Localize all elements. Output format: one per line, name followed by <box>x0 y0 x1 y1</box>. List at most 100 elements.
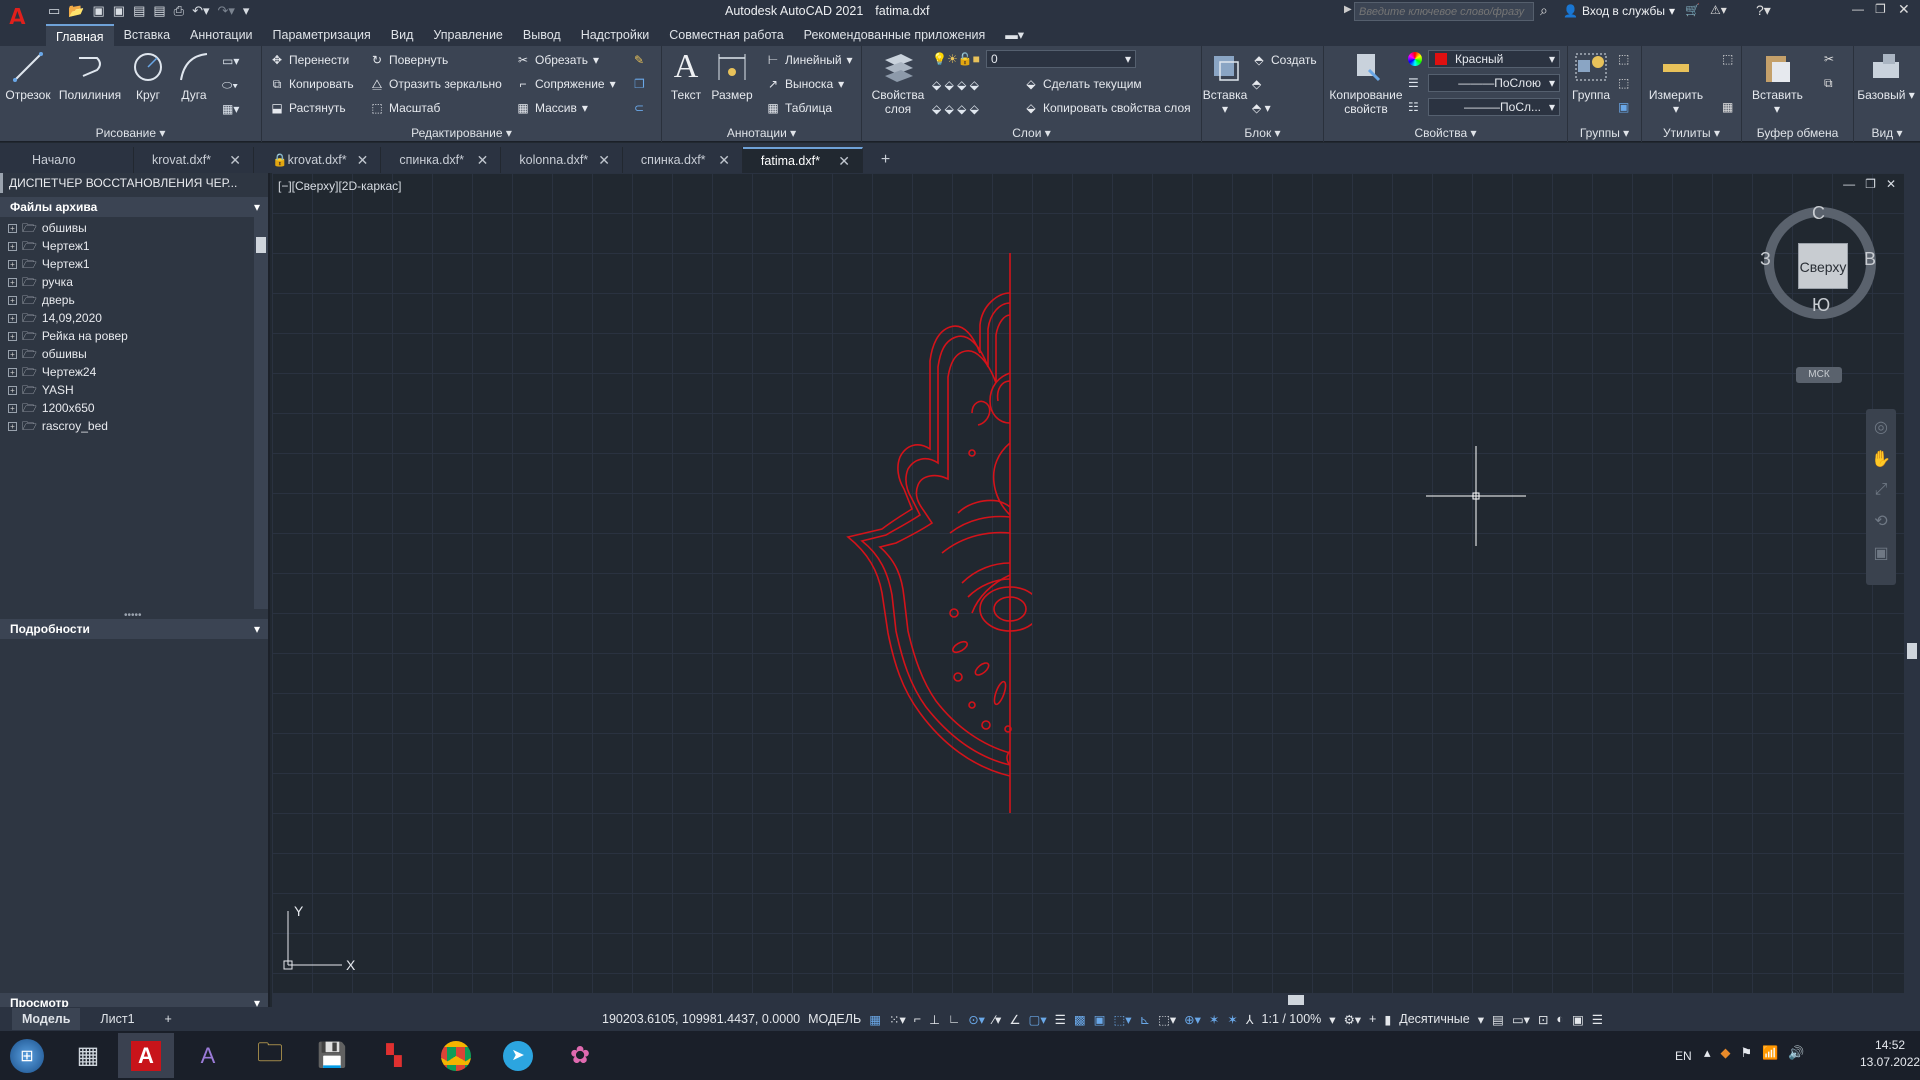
3d-osnap-icon[interactable]: ⬚▾ <box>1113 1012 1131 1027</box>
utilities-panel-label[interactable]: Утилиты ▾ <box>1642 126 1741 140</box>
autodesk-account-icon[interactable]: ⚠▾ <box>1710 3 1727 17</box>
insert-block-button[interactable]: Вставка ▾ <box>1202 50 1248 116</box>
archive-files-header[interactable]: Файлы архива ▾ <box>0 197 268 217</box>
expand-icon[interactable]: + <box>8 313 17 323</box>
tab-layout1[interactable]: Лист1 <box>90 1008 144 1030</box>
layer-state-icons[interactable]: 💡☀🔓■ <box>932 52 980 66</box>
archive-item[interactable]: + 🗁 ручка <box>8 273 128 291</box>
tray-expand-icon[interactable]: ▴ <box>1704 1045 1711 1061</box>
archive-item[interactable]: + 🗁 rascroy_bed <box>8 417 128 435</box>
save-icon[interactable]: ▣ <box>92 3 104 19</box>
tab-parametric[interactable]: Параметризация <box>263 24 381 46</box>
group-select-icon[interactable]: ▣ <box>1618 100 1629 114</box>
leader-button[interactable]: ↗ Выноска ▾ <box>766 74 844 94</box>
expand-icon[interactable]: + <box>8 295 17 305</box>
close-tab-icon[interactable]: ✕ <box>718 152 730 169</box>
paste-button[interactable]: Вставить ▾ <box>1752 50 1803 116</box>
table-button[interactable]: ▦ Таблица <box>766 98 832 118</box>
close-tab-icon[interactable]: ✕ <box>838 153 850 170</box>
archive-item[interactable]: + 🗁 1200x650 <box>8 399 128 417</box>
navigation-bar[interactable]: ◎ ✋ ⤢ ⟲ ▣ <box>1866 409 1896 585</box>
tab-view[interactable]: Вид <box>381 24 424 46</box>
taskbar-app[interactable]: ▚ <box>366 1033 422 1078</box>
cart-icon[interactable]: 🛒 <box>1685 3 1700 17</box>
circle-button[interactable]: Круг <box>128 50 168 102</box>
web-open-icon[interactable]: ▤ <box>133 3 145 19</box>
hardware-acceleration-icon[interactable]: ◐ <box>1556 1012 1564 1026</box>
search-icon[interactable]: ⌕ <box>1540 2 1548 19</box>
dimension-button[interactable]: Размер <box>708 50 756 102</box>
offset-icon[interactable]: ⊂ <box>634 98 644 118</box>
collapse-icon[interactable]: ▾ <box>254 619 260 639</box>
open-file-icon[interactable]: 📂 <box>68 3 84 19</box>
layers-panel-label[interactable]: Слои ▾ <box>862 126 1201 140</box>
arc-button[interactable]: Дуга <box>174 50 214 102</box>
expand-icon[interactable]: + <box>8 241 17 251</box>
layer-properties-button[interactable]: Свойства слоя <box>866 50 930 116</box>
scale-button[interactable]: ⬚ Масштаб <box>370 98 440 118</box>
explode-icon[interactable]: ❐ <box>634 74 645 94</box>
annotation-scale-icon[interactable]: ⅄ <box>1246 1012 1254 1027</box>
input-language[interactable]: EN <box>1675 1049 1692 1063</box>
taskbar-app[interactable]: A <box>180 1033 236 1078</box>
ribbon-toggle-icon[interactable]: ▬▾ <box>995 24 1034 46</box>
search-input[interactable] <box>1354 2 1534 21</box>
match-properties-button[interactable]: Копирование свойств <box>1328 50 1404 116</box>
snap-icon[interactable]: ⁙▾ <box>889 1012 906 1027</box>
doc-tab[interactable]: спинка.dxf* ✕ <box>381 147 502 173</box>
infer-constraints-icon[interactable]: ⌐ <box>914 1012 921 1026</box>
network-icon[interactable]: 📶 <box>1762 1045 1778 1061</box>
details-header[interactable]: Подробности ▾ <box>0 619 268 639</box>
save-as-icon[interactable]: ▣ <box>113 3 125 19</box>
doc-tab-start[interactable]: Начало <box>14 147 134 173</box>
viewcube[interactable]: Сверху С Ю З В <box>1760 203 1880 323</box>
auto-scale-icon[interactable]: ✶ <box>1227 1012 1237 1027</box>
text-button[interactable]: A Текст <box>666 50 706 103</box>
expand-icon[interactable]: + <box>8 259 17 269</box>
tray-app-icon[interactable]: ◆ <box>1721 1045 1731 1061</box>
measure-button[interactable]: Измерить ▾ <box>1646 50 1706 116</box>
archive-item[interactable]: + 🗁 YASH <box>8 381 128 399</box>
tray-icons[interactable]: ▴ ◆ ⚑ 📶 🔊 <box>1704 1045 1805 1061</box>
create-block-button[interactable]: ⬘ Создать <box>1252 50 1316 70</box>
ungroup-icon[interactable]: ⬚ <box>1618 52 1629 66</box>
tab-output[interactable]: Вывод <box>513 24 571 46</box>
trim-button[interactable]: ✂ Обрезать ▾ <box>516 50 599 70</box>
quick-properties-icon[interactable]: ▤ <box>1492 1012 1504 1027</box>
hamsa-drawing[interactable] <box>772 253 1032 813</box>
viewport-window-controls[interactable]: — ❐ ✕ <box>1843 177 1896 191</box>
erase-icon[interactable]: ✎ <box>634 50 644 70</box>
close-button[interactable]: ✕ <box>1898 1 1910 18</box>
archive-item[interactable]: + 🗁 обшивы <box>8 345 128 363</box>
tab-annotate[interactable]: Аннотации <box>180 24 262 46</box>
block-attributes-icon[interactable]: ⬘ ▾ <box>1252 98 1271 118</box>
drawing-canvas[interactable]: [−][Сверху][2D-каркас] — ❐ ✕ Сверху С Ю … <box>272 173 1904 993</box>
coordinates-readout[interactable]: 190203.6105, 109981.4437, 0.0000 <box>602 1012 800 1026</box>
block-panel-label[interactable]: Блок ▾ <box>1202 126 1323 140</box>
isolate-objects-icon[interactable]: ⊡ <box>1538 1012 1548 1027</box>
close-tab-icon[interactable]: ✕ <box>477 152 489 169</box>
taskbar-chrome[interactable] <box>428 1033 484 1078</box>
line-button[interactable]: Отрезок <box>4 50 52 102</box>
tab-home[interactable]: Главная <box>46 24 114 46</box>
copy-button[interactable]: ⧉ Копировать <box>270 74 354 94</box>
restore-button[interactable]: ❐ <box>1875 2 1886 16</box>
archive-item[interactable]: + 🗁 14,09,2020 <box>8 309 128 327</box>
doc-tab[interactable]: kolonna.dxf* ✕ <box>501 147 623 173</box>
annotation-monitor-icon[interactable]: + <box>1369 1012 1376 1026</box>
customize-icon[interactable]: ▾ <box>243 3 250 19</box>
viewport-restore-icon[interactable]: ❐ <box>1865 177 1876 191</box>
group-button[interactable]: Группа <box>1570 50 1612 102</box>
viewport-minimize-icon[interactable]: — <box>1843 177 1855 191</box>
linear-dim-button[interactable]: ⊢ Линейный ▾ <box>766 50 853 70</box>
match-layer-button[interactable]: ⬙ Копировать свойства слоя <box>1024 98 1190 118</box>
selection-cycling-icon[interactable]: ▣ <box>1094 1012 1106 1027</box>
mirror-button[interactable]: ⧋ Отразить зеркально <box>370 74 502 94</box>
lock-ui-icon[interactable]: ▭▾ <box>1512 1012 1530 1027</box>
new-tab-button[interactable]: + <box>863 147 902 173</box>
archive-item[interactable]: + 🗁 Чертеж1 <box>8 237 128 255</box>
vertical-scrollbar[interactable] <box>1904 173 1920 993</box>
archive-item[interactable]: + 🗁 Чертеж1 <box>8 255 128 273</box>
undo-icon[interactable]: ↶▾ <box>192 3 209 19</box>
clipboard-panel-label[interactable]: Буфер обмена <box>1742 126 1853 140</box>
